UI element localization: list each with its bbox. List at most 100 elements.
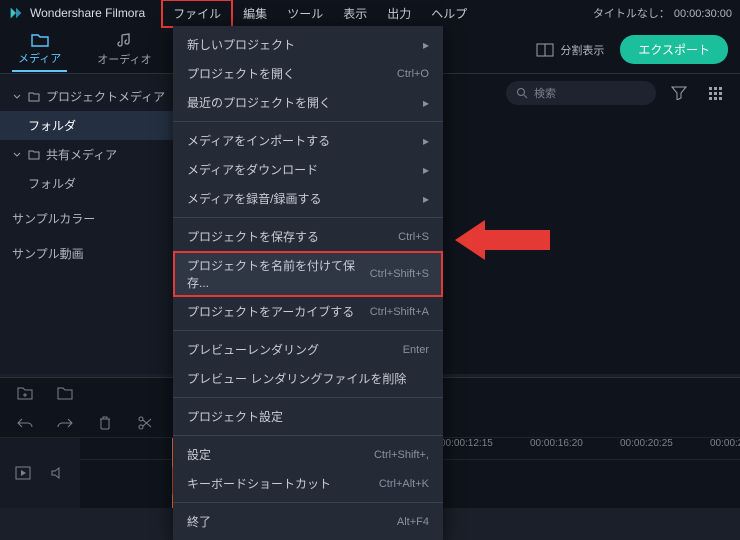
undo-button[interactable]: [12, 410, 38, 436]
scissors-icon: [138, 416, 152, 430]
sidebar-label: フォルダ: [28, 117, 76, 134]
menu-shortcut: Ctrl+Shift+,: [374, 449, 429, 461]
ruler-tick: 00:00:20:25: [620, 438, 673, 449]
menu-shortcut: Enter: [403, 344, 429, 356]
menu-record-media[interactable]: メディアを録音/録画する▸: [173, 184, 443, 213]
sidebar-label: 共有メディア: [46, 146, 117, 163]
grid-view-button[interactable]: [702, 80, 728, 106]
cut-button[interactable]: [132, 410, 158, 436]
folder-icon: [57, 386, 73, 400]
tab-media-label: メディア: [18, 50, 61, 66]
menu-item-label: プロジェクトをアーカイブする: [187, 303, 354, 320]
menu-view[interactable]: 表示: [333, 1, 377, 26]
ruler-tick: 00:00:16:20: [530, 438, 583, 449]
menu-separator: [173, 330, 443, 331]
menu-item-label: 終了: [187, 513, 211, 530]
menu-settings[interactable]: 設定 Ctrl+Shift+,: [173, 440, 443, 469]
menu-shortcut: Ctrl+S: [398, 231, 429, 243]
menu-recent-projects[interactable]: 最近のプロジェクトを開く ▸: [173, 88, 443, 117]
folder-plus-icon: [17, 386, 33, 400]
menu-separator: [173, 435, 443, 436]
submenu-arrow-icon: ▸: [423, 38, 429, 52]
redo-button[interactable]: [52, 410, 78, 436]
submenu-arrow-icon: ▸: [423, 163, 429, 177]
ruler-tick: 00:00:12:15: [440, 438, 493, 449]
sidebar-item-shared-media[interactable]: 共有メディア: [0, 140, 180, 169]
menu-item-label: 最近のプロジェクトを開く: [187, 94, 331, 111]
search-icon: [516, 87, 528, 99]
menu-tool[interactable]: ツール: [277, 1, 333, 26]
sidebar-label: フォルダ: [28, 175, 76, 192]
menu-shortcut: Ctrl+Shift+A: [370, 306, 429, 318]
menu-archive-project[interactable]: プロジェクトをアーカイブする Ctrl+Shift+A: [173, 297, 443, 326]
sidebar: プロジェクトメディア フォルダ 共有メディア フォルダ サンプルカラー サンプル…: [0, 74, 180, 374]
menu-edit[interactable]: 編集: [233, 1, 277, 26]
menu-keyboard-shortcuts[interactable]: キーボードショートカット Ctrl+Alt+K: [173, 469, 443, 498]
add-folder-button[interactable]: [12, 380, 38, 406]
sidebar-item-project-media[interactable]: プロジェクトメディア: [0, 82, 180, 111]
search-input[interactable]: 検索: [506, 81, 656, 105]
sidebar-item-folder[interactable]: フォルダ: [0, 111, 180, 140]
menu-item-label: 設定: [187, 446, 211, 463]
menu-output[interactable]: 出力: [377, 1, 421, 26]
menu-save-project-as[interactable]: プロジェクトを名前を付けて保存...Ctrl+Shift+S: [173, 251, 443, 297]
sidebar-item-sample-video[interactable]: サンプル動画: [0, 239, 180, 268]
menu-item-label: キーボードショートカット: [187, 475, 331, 492]
sidebar-label: サンプル動画: [12, 245, 84, 262]
grid-icon: [708, 86, 722, 100]
sidebar-label: サンプルカラー: [12, 210, 95, 227]
menu-project-settings[interactable]: プロジェクト設定: [173, 402, 443, 431]
menu-item-label: プロジェクトを保存する: [187, 228, 319, 245]
menu-open-project[interactable]: プロジェクトを開く Ctrl+O: [173, 59, 443, 88]
menu-separator: [173, 217, 443, 218]
menu-item-label: プレビュー レンダリングファイルを削除: [187, 370, 406, 387]
menu-preview-render[interactable]: プレビューレンダリング Enter: [173, 335, 443, 364]
split-view-icon: [536, 43, 554, 57]
sidebar-item-sample-color[interactable]: サンプルカラー: [0, 204, 180, 233]
menu-file[interactable]: ファイル: [161, 0, 233, 28]
tab-media[interactable]: メディア: [12, 28, 67, 72]
search-placeholder: 検索: [534, 85, 556, 101]
menu-separator: [173, 121, 443, 122]
menu-shortcut: Ctrl+Shift+S: [370, 268, 429, 280]
export-button[interactable]: エクスポート: [620, 35, 728, 64]
project-title: タイトルなし：00:00:30:00: [593, 5, 732, 21]
tab-audio[interactable]: オーディオ: [91, 29, 157, 71]
submenu-arrow-icon: ▸: [423, 134, 429, 148]
delete-button[interactable]: [92, 410, 118, 436]
file-menu-dropdown: 新しいプロジェクト ▸ プロジェクトを開く Ctrl+O 最近のプロジェクトを開く ▸…: [173, 26, 443, 540]
menu-item-label: プレビューレンダリング: [187, 341, 319, 358]
track-video-button[interactable]: [10, 460, 36, 486]
menu-item-label: プロジェクトを開く: [187, 65, 295, 82]
menu-separator: [173, 397, 443, 398]
trash-icon: [99, 416, 111, 430]
folder-button[interactable]: [52, 380, 78, 406]
filter-icon: [671, 86, 687, 100]
menu-item-label: メディアを録音/録画する: [187, 190, 322, 207]
submenu-arrow-icon: ▸: [423, 96, 429, 110]
folder-icon: [31, 32, 49, 48]
chevron-down-icon: [12, 92, 22, 102]
menu-save-project[interactable]: プロジェクトを保存する Ctrl+S: [173, 222, 443, 251]
menu-exit[interactable]: 終了Alt+F4: [173, 507, 443, 536]
menu-import-media[interactable]: メディアをインポートする ▸: [173, 126, 443, 155]
menu-item-label: プロジェクト設定: [187, 408, 283, 425]
split-view-toggle[interactable]: 分割表示: [536, 42, 604, 58]
project-duration: 00:00:30:00: [674, 8, 732, 20]
menubar: ファイル 編集 ツール 表示 出力 ヘルプ: [161, 0, 477, 28]
menu-item-label: 新しいプロジェクト: [187, 36, 295, 53]
menu-shortcut: Ctrl+O: [397, 68, 429, 80]
redo-icon: [57, 417, 73, 429]
menu-shortcut: Ctrl+Alt+K: [379, 478, 429, 490]
menu-help[interactable]: ヘルプ: [421, 1, 477, 26]
filter-button[interactable]: [666, 80, 692, 106]
app-logo-icon: [8, 5, 24, 21]
sidebar-item-folder-2[interactable]: フォルダ: [0, 169, 180, 198]
menu-download-media[interactable]: メディアをダウンロード▸: [173, 155, 443, 184]
menu-delete-preview[interactable]: プレビュー レンダリングファイルを削除: [173, 364, 443, 393]
menu-item-label: メディアをインポートする: [187, 132, 330, 149]
menu-new-project[interactable]: 新しいプロジェクト ▸: [173, 30, 443, 59]
track-audio-button[interactable]: [44, 460, 70, 486]
menu-separator: [173, 502, 443, 503]
undo-icon: [17, 417, 33, 429]
